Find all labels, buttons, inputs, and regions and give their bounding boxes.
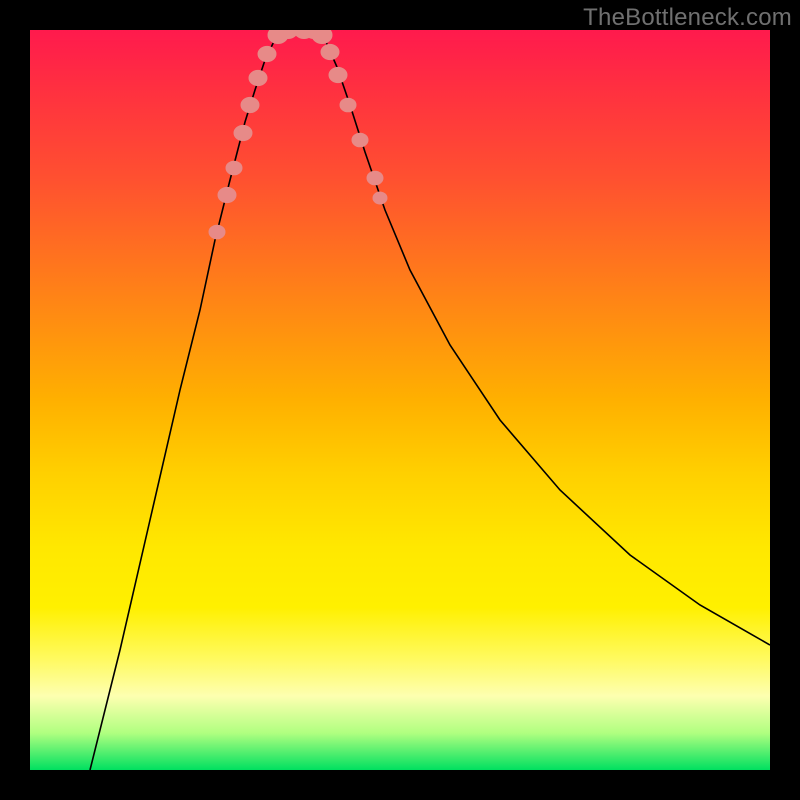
data-marker [352, 133, 368, 147]
data-markers [209, 30, 387, 239]
data-marker [321, 44, 339, 59]
data-marker [234, 125, 252, 140]
curve-right [315, 30, 770, 645]
curve-left [90, 30, 285, 770]
data-marker [218, 187, 236, 202]
data-marker [367, 171, 383, 185]
data-marker [209, 225, 225, 239]
data-marker [329, 67, 347, 82]
data-marker [373, 192, 387, 204]
data-marker [226, 161, 242, 175]
data-marker [258, 46, 276, 61]
data-marker [241, 97, 259, 112]
watermark-text: TheBottleneck.com [583, 4, 792, 32]
bottleneck-chart [30, 30, 770, 770]
data-marker [340, 98, 356, 112]
data-marker [249, 70, 267, 85]
